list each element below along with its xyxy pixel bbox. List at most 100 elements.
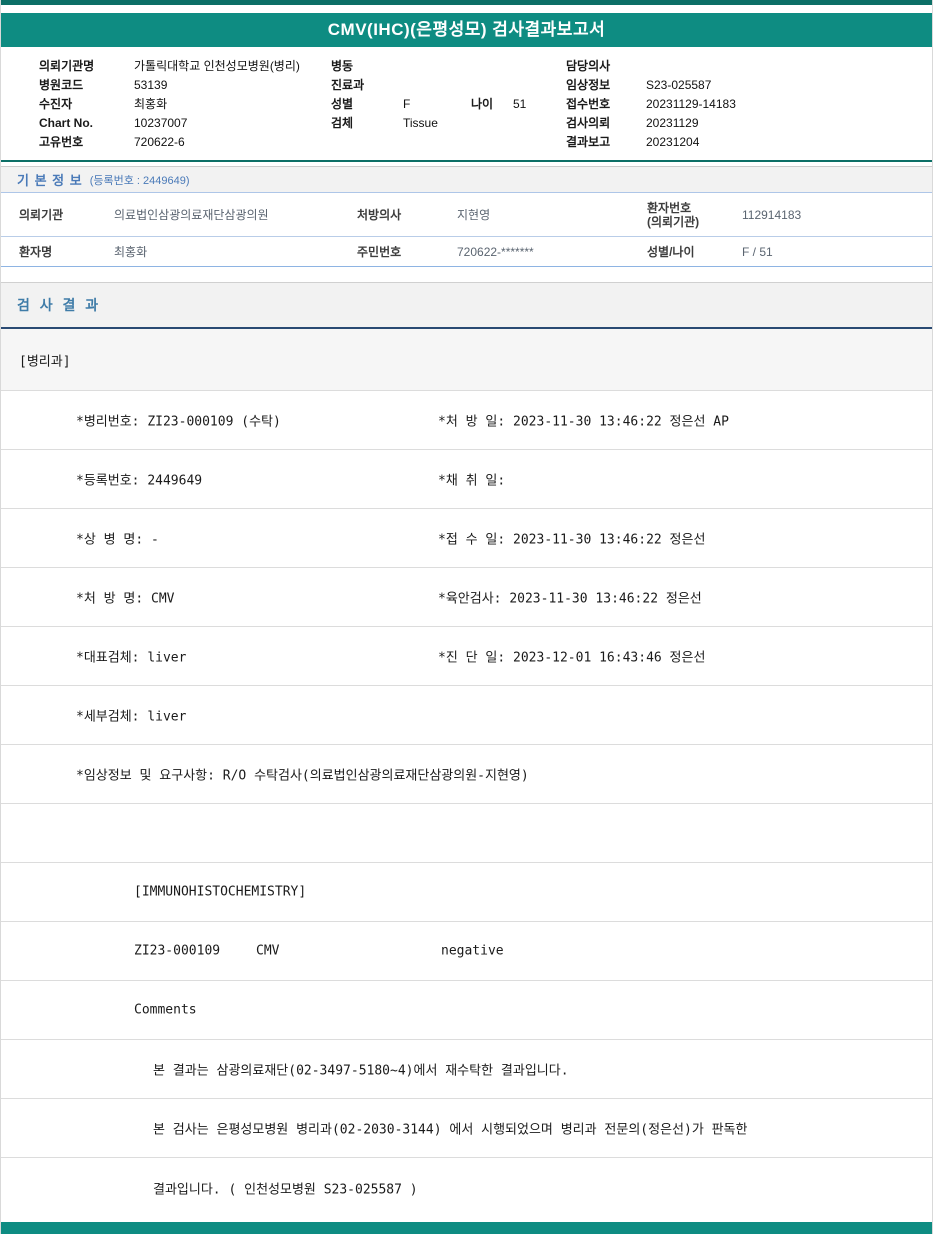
result-row-sub-specimen: *세부검체: liver [1, 686, 932, 745]
field-value-sex: F [403, 97, 411, 111]
result-left-text: *상 병 명: - [76, 532, 159, 548]
result-row-order-name: *처 방 명: CMV *육안검사: 2023-11-30 13:46:22 정… [1, 568, 932, 627]
ihc-result-value: negative [441, 943, 504, 959]
field-hospital-code: 병원코드 53139 [39, 76, 300, 95]
result-row-registration-no: *등록번호: 2449649 *채 취 일: [1, 450, 932, 509]
label-patient-number-line1: 환자번호 [647, 200, 692, 215]
patient-info-right-column: 담당의사 임상정보 S23-025587 접수번호 20231129-14183… [566, 57, 736, 152]
result-right-text: *처 방 일: 2023-11-30 13:46:22 정은선 AP [438, 414, 729, 430]
department-name: [병리과] [19, 354, 71, 369]
field-chart-no: Chart No. 10237007 [39, 114, 300, 133]
basic-info-row-2: 환자명 최홍화 주민번호 720622-******* 성별/나이 F / 51 [1, 237, 932, 267]
report-title: CMV(IHC)(은평성모) 검사결과보고서 [327, 20, 606, 39]
result-left-text: *병리번호: ZI23-000109 (수탁) [76, 414, 281, 430]
ihc-section-title: [IMMUNOHISTOCHEMISTRY] [134, 884, 307, 900]
field-value: 720622-6 [134, 135, 185, 149]
field-institution-name: 의뢰기관명 가톨릭대학교 인천성모병원(병리) [39, 57, 300, 76]
field-label: 수진자 [39, 97, 73, 111]
result-row-main-specimen: *대표검체: liver *진 단 일: 2023-12-01 16:43:46… [1, 627, 932, 686]
value-prescribing-doctor: 지현영 [457, 208, 491, 222]
test-result-title: 검 사 결 과 [17, 297, 102, 313]
result-row-pathology-no: *병리번호: ZI23-000109 (수탁) *처 방 일: 2023-11-… [1, 391, 932, 450]
field-value: 53139 [134, 78, 168, 92]
field-ward: 병동 [331, 57, 526, 76]
comment-text: 본 결과는 삼광의료재단(02-3497-5180~4)에서 재수탁한 결과입니… [153, 1063, 569, 1079]
result-left-text: *대표검체: liver [76, 650, 187, 666]
registration-number: (등록번호 : 2449649) [89, 174, 190, 187]
field-label: 담당의사 [566, 59, 611, 73]
field-receipt-no: 접수번호 20231129-14183 [566, 95, 736, 114]
label-resident-number: 주민번호 [357, 245, 402, 259]
field-clinical-info: 임상정보 S23-025587 [566, 76, 736, 95]
field-label: 검체 [331, 116, 354, 130]
field-value: S23-025587 [646, 78, 712, 92]
report-title-bar: CMV(IHC)(은평성모) 검사결과보고서 [1, 13, 932, 47]
comment-text: 결과입니다. ( 인천성모병원 S23-025587 ) [153, 1182, 418, 1197]
test-result-body: [병리과] *병리번호: ZI23-000109 (수탁) *처 방 일: 20… [1, 329, 932, 1217]
field-label: 결과보고 [566, 135, 611, 149]
field-label-age: 나이 [471, 97, 494, 111]
result-left-text: *임상정보 및 요구사항: R/O 수탁검사(의료법인삼광의료재단삼광의원-지현… [76, 768, 529, 784]
result-row-clinical-info: *임상정보 및 요구사항: R/O 수탁검사(의료법인삼광의료재단삼광의원-지현… [1, 745, 932, 804]
field-test-request-date: 검사의뢰 20231129 [566, 114, 736, 133]
result-row-comment-2: 본 검사는 은평성모병원 병리과(02-2030-3144) 에서 시행되었으며… [1, 1099, 932, 1158]
result-row-empty [1, 804, 932, 863]
ihc-test-name: CMV [256, 943, 280, 959]
label-patient-number: 환자번호 (의뢰기관) [641, 201, 736, 229]
basic-info-row-1: 의뢰기관 의료법인삼광의료재단삼광의원 처방의사 지현영 환자번호 (의뢰기관)… [1, 193, 932, 237]
field-examinee-name: 수진자 최홍화 [39, 95, 300, 114]
header-divider [1, 160, 932, 162]
bottom-border [1, 1222, 932, 1234]
result-left-text: *세부검체: liver [76, 709, 187, 725]
comment-text: 본 검사는 은평성모병원 병리과(02-2030-3144) 에서 시행되었으며… [153, 1122, 748, 1138]
field-attending-doctor: 담당의사 [566, 57, 736, 76]
field-value: 10237007 [134, 116, 188, 130]
report-page: CMV(IHC)(은평성모) 검사결과보고서 의뢰기관명 가톨릭대학교 인천성모… [0, 0, 933, 1234]
field-department: 진료과 [331, 76, 526, 95]
field-value: 20231204 [646, 135, 700, 149]
result-row-comment-3: 결과입니다. ( 인천성모병원 S23-025587 ) [1, 1158, 932, 1217]
field-label: 병원코드 [39, 78, 84, 92]
field-label: 접수번호 [566, 97, 611, 111]
value-referring-institution: 의료법인삼광의료재단삼광의원 [114, 208, 269, 222]
result-row-department: [병리과] [1, 329, 932, 391]
ihc-specimen-code: ZI23-000109 [134, 943, 221, 959]
field-value: Tissue [403, 116, 438, 130]
result-row-diagnosis-name: *상 병 명: - *접 수 일: 2023-11-30 13:46:22 정은… [1, 509, 932, 568]
result-right-text: *채 취 일: [438, 473, 506, 489]
field-label-sex: 성별 [331, 97, 354, 111]
field-result-report-date: 결과보고 20231204 [566, 133, 736, 152]
patient-info-left-column: 의뢰기관명 가톨릭대학교 인천성모병원(병리) 병원코드 53139 수진자 최… [39, 57, 300, 152]
result-left-text: *처 방 명: CMV [76, 591, 175, 607]
field-value: 최홍화 [134, 97, 168, 111]
result-right-text: *육안검사: 2023-11-30 13:46:22 정은선 [438, 591, 702, 607]
label-patient-number-line2: (의뢰기관) [647, 214, 700, 229]
field-label: 진료과 [331, 78, 365, 92]
field-label: 의뢰기관명 [39, 59, 95, 73]
value-patient-name: 최홍화 [114, 245, 148, 259]
field-label: Chart No. [39, 116, 93, 130]
field-unique-no: 고유번호 720622-6 [39, 133, 300, 152]
value-patient-number: 112914183 [742, 207, 802, 222]
patient-info-header: 의뢰기관명 가톨릭대학교 인천성모병원(병리) 병원코드 53139 수진자 최… [1, 47, 932, 160]
result-right-text: *진 단 일: 2023-12-01 16:43:46 정은선 [438, 650, 706, 666]
value-sex-age: F / 51 [742, 244, 773, 259]
field-label: 임상정보 [566, 78, 611, 92]
field-label: 병동 [331, 59, 354, 73]
patient-info-middle-column: 병동 진료과 성별 F 나이 51 검체 Tissue [331, 57, 526, 133]
result-row-comment-1: 본 결과는 삼광의료재단(02-3497-5180~4)에서 재수탁한 결과입니… [1, 1040, 932, 1099]
comments-label: Comments [134, 1002, 197, 1018]
result-right-text: *접 수 일: 2023-11-30 13:46:22 정은선 [438, 532, 706, 548]
field-value: 20231129-14183 [646, 97, 736, 111]
basic-info-table: 의뢰기관 의료법인삼광의료재단삼광의원 처방의사 지현영 환자번호 (의뢰기관)… [1, 193, 932, 267]
field-label: 검사의뢰 [566, 116, 611, 130]
result-row-ihc-result: ZI23-000109 CMV negative [1, 922, 932, 981]
label-patient-name: 환자명 [19, 245, 53, 259]
result-row-ihc-header: [IMMUNOHISTOCHEMISTRY] [1, 863, 932, 922]
top-border [1, 0, 932, 5]
label-prescribing-doctor: 처방의사 [357, 208, 402, 222]
basic-info-title: 기 본 정 보 [17, 173, 83, 188]
field-value: 20231129 [646, 116, 699, 130]
field-value-age: 51 [513, 97, 527, 111]
basic-info-header: 기 본 정 보 (등록번호 : 2449649) [1, 166, 932, 193]
